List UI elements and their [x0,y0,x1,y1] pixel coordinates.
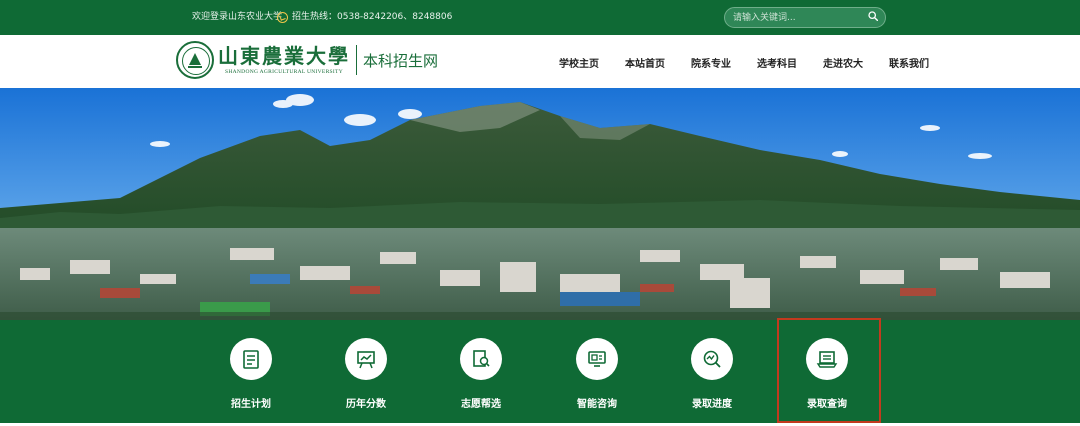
quick-link-scores[interactable]: 历年分数 [331,338,405,426]
hero-banner[interactable] [0,88,1080,320]
phone-icon [277,11,288,23]
logo-english: SHANDONG AGRICULTURAL UNIVERSITY [225,69,343,75]
site-logo[interactable]: 山東農業大學 SHANDONG AGRICULTURAL UNIVERSITY … [176,41,438,79]
admission-query-icon [806,338,848,380]
hotline: 招生热线： 0538-8242206、8248806 [277,10,452,24]
quick-links: 招生计划 历年分数 志愿帮选 智能咨询 录取进度 录取查询 [0,318,1080,426]
quick-link-smart-consult[interactable]: 智能咨询 [562,338,636,426]
university-seal-icon [176,41,214,79]
banner-image [0,88,1080,320]
nav-departments[interactable]: 院系专业 [691,55,731,70]
logo-divider [356,45,357,75]
quick-link-label: 录取进度 [692,399,732,410]
quick-link-plan[interactable]: 招生计划 [216,338,290,426]
site-header: 山東農業大學 SHANDONG AGRICULTURAL UNIVERSITY … [0,35,1080,88]
search-document-icon [460,338,502,380]
search-box [724,7,886,28]
plan-document-icon [230,338,272,380]
welcome-text: 欢迎登录山东农业大学 [192,12,283,22]
search-icon[interactable] [868,11,878,21]
progress-chart-icon [691,338,733,380]
logo-text: 山東農業大學 SHANDONG AGRICULTURAL UNIVERSITY [218,44,350,76]
search-input[interactable] [733,10,861,25]
logo-chinese: 山東農業大學 [218,44,350,68]
hotline-numbers: 0538-8242206、8248806 [337,12,453,22]
hotline-label: 招生热线： [292,12,338,22]
quick-link-label: 录取查询 [807,399,847,410]
nav-site-home[interactable]: 本站首页 [625,55,665,70]
nav-contact[interactable]: 联系我们 [889,55,929,70]
nav-about[interactable]: 走进农大 [823,55,863,70]
nav-exam-subjects[interactable]: 选考科目 [757,55,797,70]
score-board-icon [345,338,387,380]
site-name: 本科招生网 [363,51,439,70]
quick-link-progress[interactable]: 录取进度 [677,338,751,426]
quick-link-label: 志愿帮选 [461,399,501,410]
quick-link-admission-query[interactable]: 录取查询 [777,318,881,423]
quick-link-choice-help[interactable]: 志愿帮选 [446,338,520,426]
nav-school-home[interactable]: 学校主页 [559,55,599,70]
top-bar: 欢迎登录山东农业大学 招生热线： 0538-8242206、8248806 [0,0,1080,35]
main-nav: 学校主页 本站首页 院系专业 选考科目 走进农大 联系我们 [559,55,929,70]
quick-link-label: 历年分数 [346,399,386,410]
quick-link-label: 招生计划 [231,399,271,410]
quick-link-label: 智能咨询 [577,399,617,410]
smart-consult-icon [576,338,618,380]
